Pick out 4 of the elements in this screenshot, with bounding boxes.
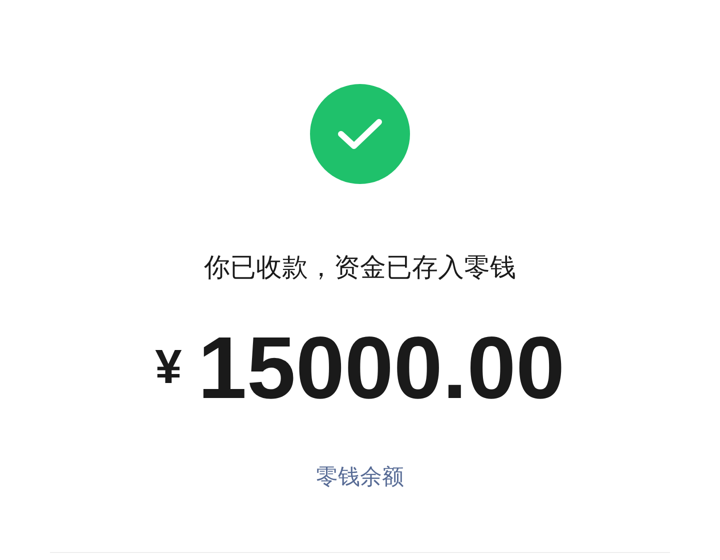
status-message: 你已收款，资金已存入零钱 — [204, 252, 516, 284]
amount-text: 15000.00 — [198, 324, 565, 412]
currency-symbol: ¥ — [155, 344, 182, 392]
change-balance-link[interactable]: 零钱余额 — [316, 464, 404, 492]
